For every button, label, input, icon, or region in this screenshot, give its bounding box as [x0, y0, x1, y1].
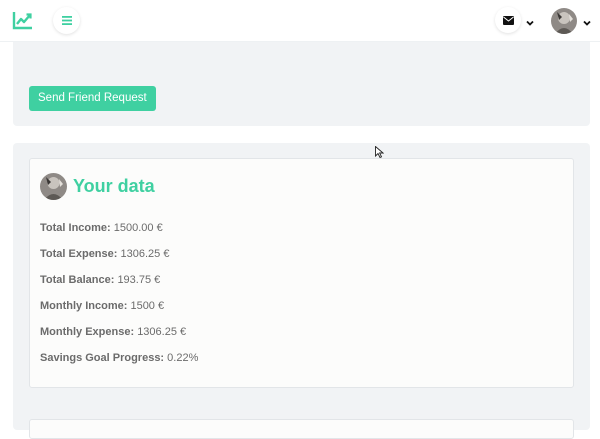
stat-label: Monthly Income:: [40, 300, 128, 312]
stat-label: Total Expense:: [40, 248, 118, 260]
menu-toggle-button[interactable]: [53, 7, 80, 34]
stat-total-expense: Total Expense: 1306.25 €: [40, 247, 169, 261]
chevron-down-icon[interactable]: [582, 15, 592, 26]
mouse-cursor-icon: [375, 145, 385, 159]
data-section: Your data Total Income: 1500.00 € Total …: [13, 143, 590, 439]
stat-label: Savings Goal Progress:: [40, 352, 165, 364]
hamburger-icon: [61, 13, 72, 28]
stat-total-income: Total Income: 1500.00 €: [40, 221, 163, 235]
stat-monthly-expense: Monthly Expense: 1306.25 €: [40, 325, 186, 339]
stat-total-balance: Total Balance: 193.75 €: [40, 273, 160, 287]
stat-value: 1500.00 €: [113, 222, 163, 234]
stat-label: Total Income:: [40, 222, 111, 234]
stat-label: Monthly Expense:: [40, 326, 135, 338]
stat-savings-goal: Savings Goal Progress: 0.22%: [40, 351, 198, 365]
messages-button[interactable]: [495, 7, 521, 33]
user-avatar[interactable]: [551, 8, 577, 34]
next-card: [29, 419, 574, 439]
stat-value: 1306.25 €: [137, 326, 187, 338]
chevron-down-icon[interactable]: [525, 15, 535, 26]
send-friend-request-button[interactable]: Send Friend Request: [29, 86, 156, 111]
your-data-card: Your data Total Income: 1500.00 € Total …: [29, 158, 574, 388]
stat-value: 193.75 €: [117, 274, 161, 286]
stat-value: 1306.25 €: [120, 248, 170, 260]
page-title: Your data: [73, 176, 155, 196]
avatar: [40, 173, 67, 200]
stat-value: 1500 €: [130, 300, 165, 312]
stat-monthly-income: Monthly Income: 1500 €: [40, 299, 164, 313]
envelope-icon: [502, 13, 514, 28]
stat-label: Total Balance:: [40, 274, 115, 286]
chart-line-icon[interactable]: [12, 9, 34, 31]
top-navbar: [0, 0, 600, 42]
profile-card: Send Friend Request: [13, 42, 590, 126]
stat-value: 0.22%: [167, 352, 199, 364]
